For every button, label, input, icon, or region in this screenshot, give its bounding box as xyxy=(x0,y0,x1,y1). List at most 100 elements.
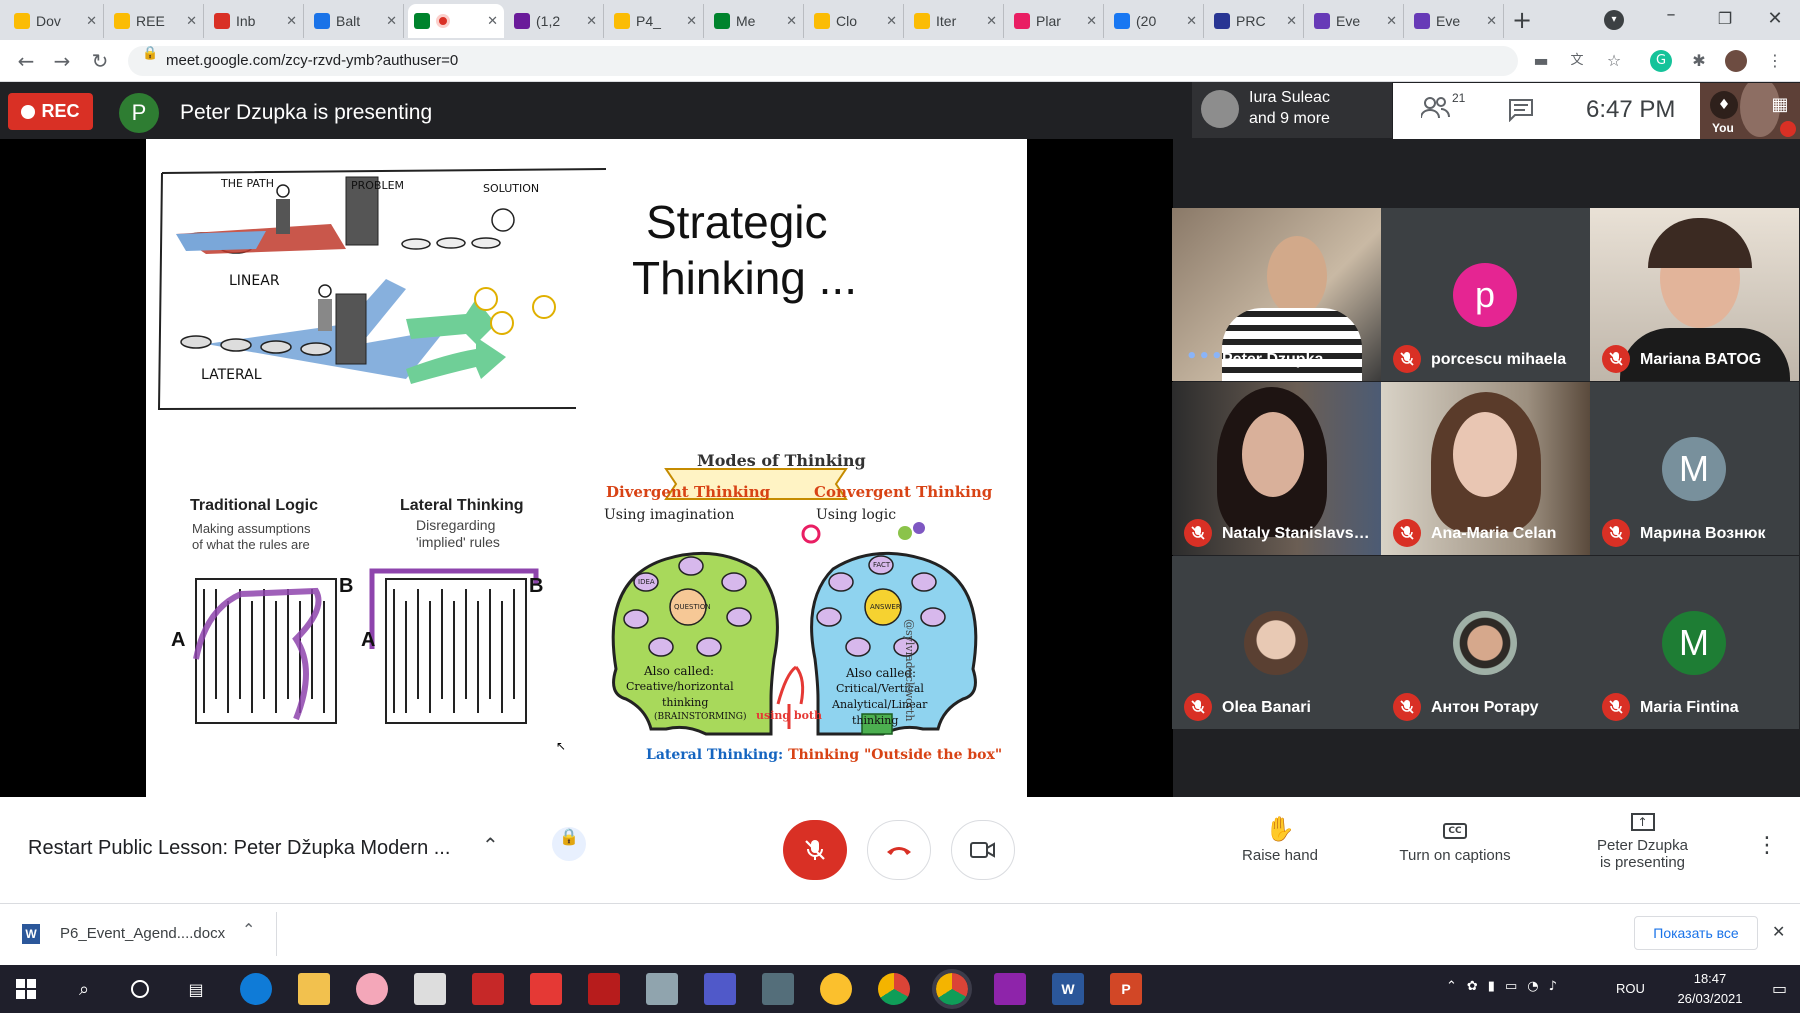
self-view[interactable]: ♦ ▦ You xyxy=(1700,83,1800,139)
presenting-button[interactable]: ↑ Peter Dzupka is presenting xyxy=(1580,807,1705,871)
url-field[interactable]: 🔒 meet.google.com/zcy-rzvd-ymb?authuser=… xyxy=(128,46,1518,76)
cortana-icon[interactable] xyxy=(124,973,156,1005)
pin-icon[interactable]: ♦ xyxy=(1710,91,1738,119)
close-tab-icon[interactable]: ✕ xyxy=(186,13,197,29)
close-shelf-icon[interactable]: ✕ xyxy=(1772,922,1785,941)
browser-tab[interactable]: Inb ✕ xyxy=(208,4,304,38)
language-indicator[interactable]: ROU xyxy=(1616,981,1645,996)
participant-tile[interactable]: p porcescu mihaela xyxy=(1381,208,1590,381)
edge-icon[interactable] xyxy=(240,973,272,1005)
windows-start-icon[interactable] xyxy=(10,973,42,1005)
taskbar-date[interactable]: 26/03/2021 xyxy=(1668,991,1752,1006)
chrome-icon[interactable] xyxy=(878,973,910,1005)
close-tab-icon[interactable]: ✕ xyxy=(1186,13,1197,29)
minimize-button[interactable]: – xyxy=(1656,4,1686,34)
show-all-button[interactable]: Показать все xyxy=(1634,916,1758,950)
powerpoint-icon[interactable]: P xyxy=(1110,973,1142,1005)
acrobat-icon[interactable] xyxy=(588,973,620,1005)
vpn-app-icon[interactable] xyxy=(820,973,852,1005)
close-tab-icon[interactable]: ✕ xyxy=(686,13,697,29)
people-button[interactable]: 21 xyxy=(1420,91,1467,127)
search-icon[interactable]: ⌕ xyxy=(68,973,100,1005)
download-chevron-icon[interactable]: ⌃ xyxy=(242,920,255,939)
pdf-icon[interactable] xyxy=(530,973,562,1005)
browser-tab[interactable]: (1,2 ✕ xyxy=(508,4,604,38)
close-tab-icon[interactable]: ✕ xyxy=(1086,13,1097,29)
close-tab-icon[interactable]: ✕ xyxy=(386,13,397,29)
captions-button[interactable]: CC Turn on captions xyxy=(1390,815,1520,864)
tab-search-icon[interactable]: ▾ xyxy=(1604,10,1624,30)
word-icon[interactable]: W xyxy=(1052,973,1084,1005)
browser-tab[interactable]: ✕ xyxy=(408,4,504,38)
close-tab-icon[interactable]: ✕ xyxy=(986,13,997,29)
layout-icon[interactable]: ▦ xyxy=(1768,93,1792,117)
close-window-button[interactable]: ✕ xyxy=(1760,4,1790,34)
pig-app-icon[interactable] xyxy=(356,973,388,1005)
forward-button[interactable]: → xyxy=(48,48,76,74)
browser-tab[interactable]: Iter ✕ xyxy=(908,4,1004,38)
browser-tab[interactable]: Me ✕ xyxy=(708,4,804,38)
back-button[interactable]: ← xyxy=(12,48,40,74)
chevron-up-icon[interactable]: ⌃ xyxy=(482,833,499,857)
file-explorer-icon[interactable] xyxy=(298,973,330,1005)
profile-avatar[interactable] xyxy=(1725,50,1747,72)
teams-icon[interactable] xyxy=(704,973,736,1005)
browser-tab[interactable]: REE ✕ xyxy=(108,4,204,38)
close-tab-icon[interactable]: ✕ xyxy=(487,13,498,29)
browser-tab[interactable]: Plar ✕ xyxy=(1008,4,1104,38)
close-tab-icon[interactable]: ✕ xyxy=(1486,13,1497,29)
chrome-active-icon[interactable] xyxy=(932,969,972,1009)
meeting-title[interactable]: Restart Public Lesson: Peter Džupka Mode… xyxy=(28,837,468,860)
camera-indicator-icon[interactable]: ▬ xyxy=(1530,50,1552,72)
participant-tile[interactable]: Антон Ротару xyxy=(1381,556,1590,729)
host-controls-shield-icon[interactable]: 🔒 xyxy=(552,827,586,861)
notifications-icon[interactable]: ▭ xyxy=(1772,979,1787,998)
close-tab-icon[interactable]: ✕ xyxy=(286,13,297,29)
browser-tab[interactable]: Dov ✕ xyxy=(8,4,104,38)
participant-tile[interactable]: ••• Peter Dzupka xyxy=(1172,208,1381,381)
reload-button[interactable]: ↻ xyxy=(86,48,114,74)
chat-button[interactable] xyxy=(1508,98,1534,123)
leave-call-button[interactable] xyxy=(867,820,931,880)
taskbar-time[interactable]: 18:47 xyxy=(1680,971,1740,986)
close-tab-icon[interactable]: ✕ xyxy=(1286,13,1297,29)
calculator-icon[interactable] xyxy=(762,973,794,1005)
grammarly-icon[interactable]: G xyxy=(1650,50,1672,72)
close-tab-icon[interactable]: ✕ xyxy=(586,13,597,29)
store-icon[interactable] xyxy=(414,973,446,1005)
browser-tab[interactable]: Clo ✕ xyxy=(808,4,904,38)
more-options-icon[interactable]: ⋮ xyxy=(1756,833,1778,858)
bookmark-star-icon[interactable]: ☆ xyxy=(1603,50,1625,72)
participant-tile[interactable]: Ana-Maria Celan xyxy=(1381,382,1590,555)
participant-tile[interactable]: M Марина Вознюк xyxy=(1590,382,1799,555)
camera-toggle-button[interactable] xyxy=(951,820,1015,880)
others-speaker-box: Iura Suleac and 9 more xyxy=(1192,82,1392,138)
participant-tile[interactable]: Olea Banari xyxy=(1172,556,1381,729)
close-tab-icon[interactable]: ✕ xyxy=(86,13,97,29)
browser-tab[interactable]: Balt ✕ xyxy=(308,4,404,38)
browser-tab[interactable]: PRC ✕ xyxy=(1208,4,1304,38)
winrar-icon[interactable] xyxy=(994,973,1026,1005)
keyboard-app-icon[interactable] xyxy=(646,973,678,1005)
participant-tile[interactable]: M Maria Fintina xyxy=(1590,556,1799,729)
download-filename[interactable]: P6_Event_Agend....docx xyxy=(60,925,225,942)
browser-tab[interactable]: Eve ✕ xyxy=(1308,4,1404,38)
task-view-icon[interactable]: ▤ xyxy=(180,973,212,1005)
participant-tile[interactable]: Mariana BATOG xyxy=(1590,208,1799,381)
mic-toggle-button[interactable] xyxy=(783,820,847,880)
close-tab-icon[interactable]: ✕ xyxy=(1386,13,1397,29)
extensions-icon[interactable]: ✱ xyxy=(1688,50,1710,72)
browser-menu-icon[interactable]: ⋮ xyxy=(1764,50,1786,72)
participant-tile[interactable]: Nataly Stanislavsk... xyxy=(1172,382,1381,555)
new-tab-button[interactable]: + xyxy=(1508,6,1536,34)
close-tab-icon[interactable]: ✕ xyxy=(886,13,897,29)
translate-icon[interactable]: 文 xyxy=(1566,50,1588,72)
book-app-icon[interactable] xyxy=(472,973,504,1005)
browser-tab[interactable]: P4_ ✕ xyxy=(608,4,704,38)
browser-tab[interactable]: Eve ✕ xyxy=(1408,4,1504,38)
browser-tab[interactable]: (20 ✕ xyxy=(1108,4,1204,38)
close-tab-icon[interactable]: ✕ xyxy=(786,13,797,29)
tray-icons[interactable]: ⌃✿▮▭◔♪ xyxy=(1446,979,1567,994)
maximize-button[interactable]: ❐ xyxy=(1710,4,1740,34)
raise-hand-button[interactable]: ✋ Raise hand xyxy=(1230,815,1330,864)
